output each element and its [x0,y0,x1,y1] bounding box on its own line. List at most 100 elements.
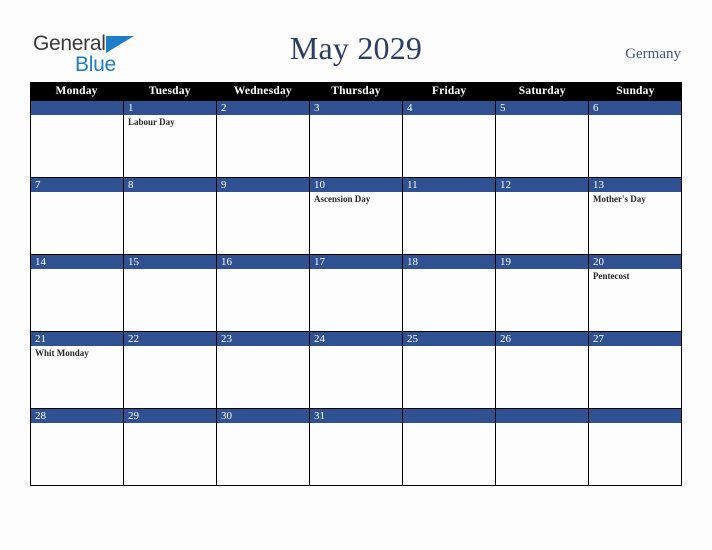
day-bar [589,101,681,115]
day-number: 25 [407,333,418,345]
day-number: 21 [35,333,46,345]
day-event: Labour Day [128,117,175,127]
week-row: 7 8 9 10 Ascension Day 11 12 13 Mother's… [30,178,682,255]
day-number: 5 [500,102,506,114]
day-cell[interactable]: 27 [589,332,682,408]
day-cell[interactable] [403,409,496,485]
day-number: 1 [128,102,134,114]
day-cell[interactable]: 10 Ascension Day [310,178,403,254]
day-bar [496,409,588,423]
week-row: 28 29 30 31 [30,409,682,486]
day-cell[interactable]: 20 Pentecost [589,255,682,331]
day-bar [403,409,495,423]
weekday-header-friday: Friday [431,85,467,97]
day-cell[interactable]: 22 [124,332,217,408]
day-bar [589,409,681,423]
day-cell[interactable]: 4 [403,101,496,177]
day-cell[interactable]: 11 [403,178,496,254]
day-event: Mother's Day [593,194,646,204]
day-cell[interactable]: 2 [217,101,310,177]
weekday-header-saturday: Saturday [518,85,566,97]
day-number: 3 [314,102,320,114]
day-number: 8 [128,179,134,191]
week-row: 14 15 16 17 18 19 20 Pentecost [30,255,682,332]
day-number: 17 [314,256,325,268]
day-cell[interactable]: 16 [217,255,310,331]
day-bar [496,101,588,115]
day-number: 28 [35,410,46,422]
day-number: 4 [407,102,413,114]
day-number: 12 [500,179,511,191]
day-bar [310,101,402,115]
day-bar [31,101,123,115]
day-number: 16 [221,256,232,268]
day-cell[interactable]: 23 [217,332,310,408]
day-cell[interactable]: 15 [124,255,217,331]
day-number: 22 [128,333,139,345]
day-bar [217,101,309,115]
day-number: 29 [128,410,139,422]
day-cell[interactable]: 12 [496,178,589,254]
weekday-header-tuesday: Tuesday [148,85,191,97]
day-cell[interactable]: 5 [496,101,589,177]
day-number: 26 [500,333,511,345]
day-bar [31,178,123,192]
day-cell[interactable]: 14 [31,255,124,331]
week-row: 1 Labour Day 2 3 4 5 6 [30,101,682,178]
day-cell[interactable]: 9 [217,178,310,254]
day-cell[interactable]: 1 Labour Day [124,101,217,177]
day-cell[interactable] [589,409,682,485]
day-number: 14 [35,256,46,268]
calendar-page: General Blue May 2029 Germany Monday Tue… [0,0,712,550]
day-cell[interactable]: 24 [310,332,403,408]
day-cell[interactable]: 18 [403,255,496,331]
day-number: 24 [314,333,325,345]
day-bar [124,101,216,115]
day-cell[interactable]: 17 [310,255,403,331]
calendar-grid: Monday Tuesday Wednesday Thursday Friday… [30,82,682,486]
day-cell[interactable]: 25 [403,332,496,408]
day-number: 20 [593,256,604,268]
day-cell[interactable]: 7 [31,178,124,254]
week-row: 21 Whit Monday 22 23 24 25 26 27 [30,332,682,409]
page-header: General Blue May 2029 Germany [0,0,712,80]
day-cell[interactable]: 13 Mother's Day [589,178,682,254]
day-number: 23 [221,333,232,345]
day-cell[interactable] [31,101,124,177]
day-number: 27 [593,333,604,345]
day-cell[interactable]: 26 [496,332,589,408]
day-number: 7 [35,179,41,191]
day-event: Pentecost [593,271,630,281]
day-cell[interactable]: 19 [496,255,589,331]
day-cell[interactable]: 31 [310,409,403,485]
day-number: 6 [593,102,599,114]
day-event: Whit Monday [35,348,89,358]
day-cell[interactable]: 30 [217,409,310,485]
day-cell[interactable]: 29 [124,409,217,485]
day-bar [403,101,495,115]
weekday-header-sunday: Sunday [616,85,655,97]
day-number: 30 [221,410,232,422]
weekday-header-monday: Monday [55,85,98,97]
day-cell[interactable]: 8 [124,178,217,254]
day-bar [217,178,309,192]
day-number: 18 [407,256,418,268]
day-number: 9 [221,179,227,191]
day-cell[interactable]: 21 Whit Monday [31,332,124,408]
weekday-header-row: Monday Tuesday Wednesday Thursday Friday… [30,82,682,101]
day-cell[interactable]: 6 [589,101,682,177]
weekday-header-thursday: Thursday [331,85,381,97]
day-cell[interactable]: 28 [31,409,124,485]
country-label: Germany [625,46,681,62]
day-number: 15 [128,256,139,268]
page-title: May 2029 [289,30,423,66]
day-cell[interactable] [496,409,589,485]
day-number: 13 [593,179,604,191]
day-event: Ascension Day [314,194,371,204]
day-number: 10 [314,179,325,191]
day-cell[interactable]: 3 [310,101,403,177]
day-number: 2 [221,102,227,114]
day-bar [124,178,216,192]
weekday-header-wednesday: Wednesday [233,85,292,97]
day-number: 31 [314,410,325,422]
